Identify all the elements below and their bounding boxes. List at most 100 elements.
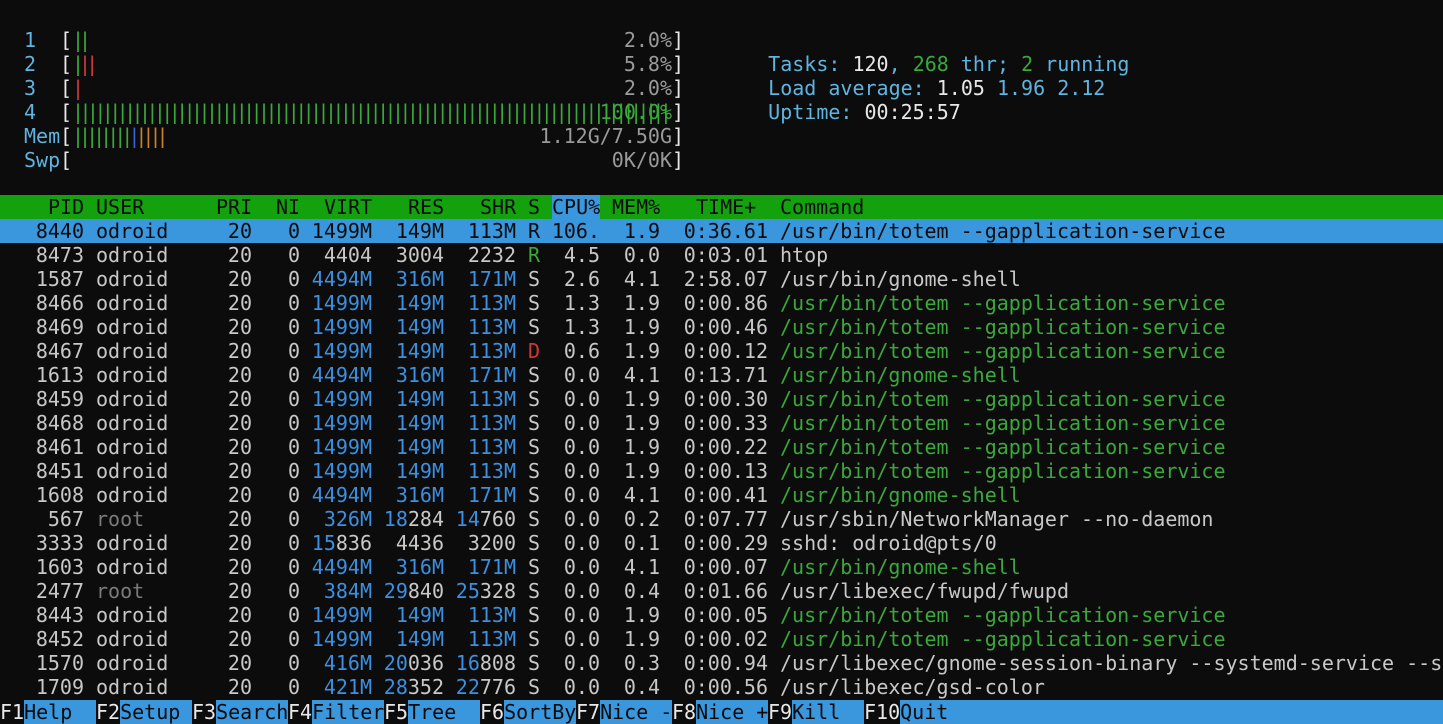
- cell-s: S: [528, 315, 541, 339]
- process-row[interactable]: 8467 odroid 20 0 1499M 149M 113M D 0.6 1.9 0:00.12…: [0, 339, 1443, 363]
- cell-s: S: [528, 459, 541, 483]
- fkey-nice[interactable]: F7Nice -: [576, 700, 672, 724]
- cell-ni: 0: [287, 435, 300, 459]
- cell-pri: 20: [227, 507, 252, 531]
- fkey-nice[interactable]: F8Nice +: [672, 700, 768, 724]
- fkey-kill[interactable]: F9Kill: [768, 700, 840, 724]
- cell-shr: 113M: [467, 339, 516, 363]
- cell-ni: 0: [287, 315, 300, 339]
- meter-label: 3: [24, 76, 37, 100]
- fkey-sortby[interactable]: F6SortBy: [480, 700, 576, 724]
- cell-pri: 20: [227, 531, 252, 555]
- meter-label: 1: [24, 28, 37, 52]
- process-row[interactable]: 8461 odroid 20 0 1499M 149M 113M S 0.0 1.9 0:00.22…: [0, 435, 1443, 459]
- fkey-filter[interactable]: F4Filter: [288, 700, 384, 724]
- fkey-key: F10: [864, 700, 901, 724]
- process-row[interactable]: 1603 odroid 20 0 4494M 316M 171M S 0.0 4.1 0:00.07…: [0, 555, 1443, 579]
- cell-time: 2:58.07: [683, 267, 768, 291]
- col-time[interactable]: TIME+: [696, 195, 756, 219]
- meter-value: 2.0%: [623, 76, 672, 100]
- cell-mem: 0.1: [623, 531, 660, 555]
- meter-label: 4: [24, 100, 37, 124]
- cell-ni: 0: [287, 267, 300, 291]
- cell-shr: 2232: [467, 243, 516, 267]
- fkey-quit[interactable]: F10Quit: [864, 700, 948, 724]
- fkey-setup[interactable]: F2Setup: [96, 700, 180, 724]
- process-row[interactable]: 8452 odroid 20 0 1499M 149M 113M S 0.0 1.9 0:00.02…: [0, 627, 1443, 651]
- col-pri[interactable]: PRI: [216, 195, 252, 219]
- process-row[interactable]: 567 root 20 0 326M 18284 14760 S 0.0 0.2 0:07.77/u…: [0, 507, 1443, 531]
- cell-user: odroid: [96, 291, 169, 315]
- uptime-value: 00:25:57: [864, 100, 961, 124]
- cell-command: /usr/bin/totem --gapplication-service: [780, 387, 1226, 411]
- cell-s: R: [528, 219, 541, 243]
- fkey-help[interactable]: F1Help: [0, 700, 72, 724]
- cell-pri: 20: [227, 219, 252, 243]
- col-user[interactable]: USER: [96, 195, 144, 219]
- cell-ni: 0: [287, 219, 300, 243]
- process-row[interactable]: 1608 odroid 20 0 4494M 316M 171M S 0.0 4.1 0:00.41…: [0, 483, 1443, 507]
- cell-virt: 4494M: [311, 363, 372, 387]
- cell-pid: 8469: [35, 315, 84, 339]
- cell-cpu: 0.0: [563, 507, 600, 531]
- cell-s: S: [528, 603, 541, 627]
- col-state[interactable]: S: [528, 195, 540, 219]
- process-row[interactable]: 1570 odroid 20 0 416M 20036 16808 S 0.0 0.3 0:00.9…: [0, 651, 1443, 675]
- col-cpu[interactable]: CPU%: [552, 195, 601, 219]
- fkey-key: F6: [480, 700, 505, 724]
- col-mem[interactable]: MEM%: [612, 195, 660, 219]
- cell-mem: 1.9: [623, 603, 660, 627]
- process-row[interactable]: 2477 root 20 0 384M 29840 25328 S 0.0 0.4 0:01.66 /…: [0, 579, 1443, 603]
- cell-command: /usr/sbin/NetworkManager --no-daemon: [780, 507, 1214, 531]
- meter-bracket-open: [: [60, 100, 73, 124]
- cell-res: 149M: [395, 627, 444, 651]
- meter-bracket-open: [: [60, 124, 73, 148]
- process-row[interactable]: 1613 odroid 20 0 4494M 316M 171M S 0.0 4.1 0:13.71…: [0, 363, 1443, 387]
- process-row[interactable]: 1709 odroid 20 0 421M 28352 22776 S 0.0 0.4 0:00.5…: [0, 675, 1443, 699]
- cell-command: /usr/libexec/gnome-session-binary --syst…: [780, 651, 1443, 675]
- col-res[interactable]: RES: [408, 195, 444, 219]
- process-row[interactable]: 8440 odroid 20 0 1499M 149M 113M R 106. 1.9 0:36.6…: [0, 219, 1443, 243]
- cell-cpu: 0.0: [563, 435, 600, 459]
- cell-res: 20036: [383, 651, 444, 675]
- fkey-tree[interactable]: F5Tree: [384, 700, 456, 724]
- cell-res: 316M: [395, 555, 444, 579]
- col-ni[interactable]: NI: [276, 195, 300, 219]
- process-row[interactable]: 8469 odroid 20 0 1499M 149M 113M S 1.3 1.9 0:00.46…: [0, 315, 1443, 339]
- col-virt[interactable]: VIRT: [324, 195, 372, 219]
- cell-pri: 20: [227, 435, 252, 459]
- cell-shr: 113M: [467, 219, 516, 243]
- col-pid[interactable]: PID: [48, 195, 84, 219]
- process-row[interactable]: 1587 odroid 20 0 4494M 316M 171M S 2.6 4.1 2:58.07…: [0, 267, 1443, 291]
- load-5: 1.96: [996, 76, 1046, 100]
- col-command[interactable]: Command: [780, 195, 864, 219]
- cell-shr: 113M: [467, 435, 516, 459]
- meter-3: 3 [| 2.0%]: [0, 76, 684, 100]
- cell-virt: 384M: [323, 579, 372, 603]
- cell-res: 18284: [383, 507, 444, 531]
- fkey-search[interactable]: F3Search: [192, 700, 288, 724]
- process-row[interactable]: 8468 odroid 20 0 1499M 149M 113M S 0.0 1.9 0:00.33…: [0, 411, 1443, 435]
- cell-mem: 1.9: [623, 291, 660, 315]
- cell-command: sshd: odroid@pts/0: [780, 531, 997, 555]
- cell-shr: 113M: [467, 291, 516, 315]
- process-row[interactable]: 8473 odroid 20 0 4404 3004 2232 R 4.5 0.0 0:03.01 h…: [0, 243, 1443, 267]
- cell-pri: 20: [227, 291, 252, 315]
- cell-res: 149M: [395, 219, 444, 243]
- cell-res: 149M: [395, 387, 444, 411]
- meter-value: 5.8%: [623, 52, 672, 76]
- process-row[interactable]: 8451 odroid 20 0 1499M 149M 113M S 0.0 1.9 0:00.13…: [0, 459, 1443, 483]
- cell-time: 0:00.41: [683, 483, 768, 507]
- cell-time: 0:36.61: [683, 219, 768, 243]
- cell-s: S: [528, 435, 541, 459]
- process-row[interactable]: 3333 odroid 20 0 15836 4436 3200 S 0.0 0.1 0:00.29…: [0, 531, 1443, 555]
- col-shr[interactable]: SHR: [480, 195, 516, 219]
- fkey-label: Setup: [120, 700, 181, 724]
- process-row[interactable]: 8459 odroid 20 0 1499M 149M 113M S 0.0 1.9 0:00.30…: [0, 387, 1443, 411]
- cell-virt: 326M: [323, 507, 372, 531]
- cell-pid: 8451: [35, 459, 84, 483]
- meter-value: 2.0%: [623, 28, 672, 52]
- cell-command: /usr/bin/totem --gapplication-service: [780, 339, 1226, 363]
- process-row[interactable]: 8443 odroid 20 0 1499M 149M 113M S 0.0 1.9 0:00.05…: [0, 603, 1443, 627]
- process-row[interactable]: 8466 odroid 20 0 1499M 149M 113M S 1.3 1.9 0:00.86…: [0, 291, 1443, 315]
